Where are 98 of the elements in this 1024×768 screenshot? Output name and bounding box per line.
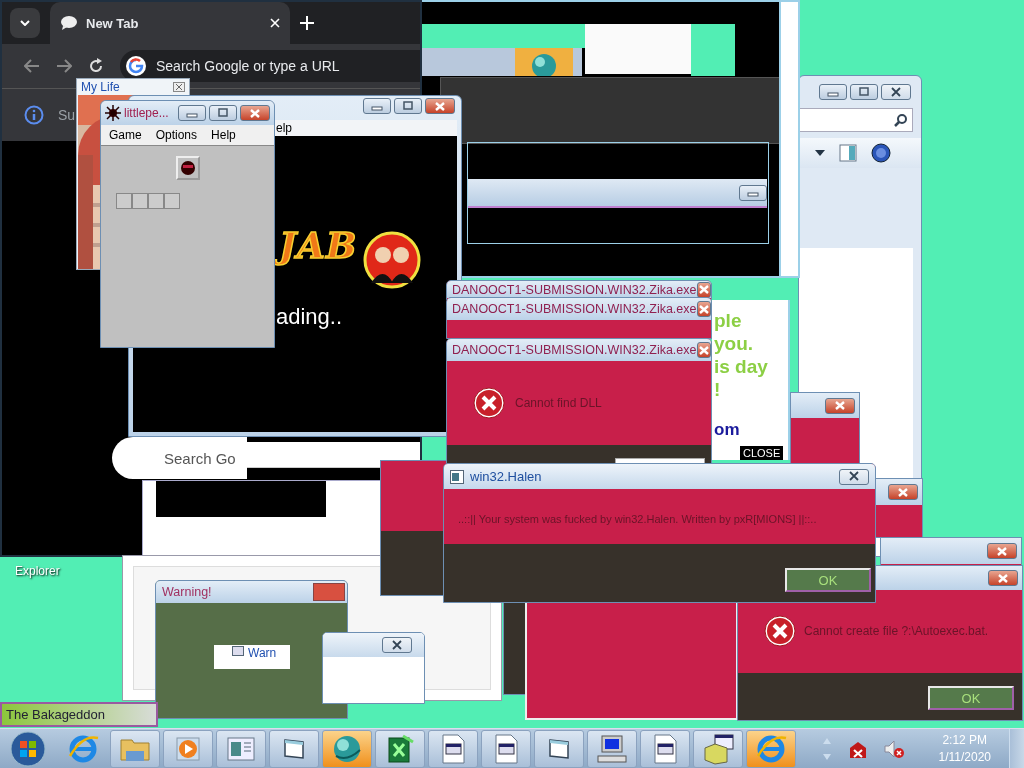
address-bar[interactable]: Search Google or type a URL [120,50,420,82]
taskbar-button[interactable] [375,729,425,768]
menu-item[interactable]: Help [211,128,236,142]
window-title: win32.Halen [470,469,543,484]
window-title: DANOOCT1-SUBMISSION.WIN32.Zika.exe [452,282,697,297]
close-icon [391,639,403,651]
loading-text: ading.. [276,304,343,330]
close-button[interactable] [839,468,869,485]
app-icon [450,469,464,484]
maximize-icon [217,107,229,119]
tab-title: New Tab [86,15,140,31]
help-icon[interactable] [871,143,891,163]
new-tab-icon[interactable] [300,16,314,30]
close-icon [249,107,261,119]
smiley-button[interactable] [176,156,200,180]
maximize-icon [402,100,414,112]
close-icon [890,86,902,98]
taskbar-button[interactable] [587,729,637,768]
speech-bubble-icon [60,15,78,31]
search-placeholder: Search Go [164,449,236,467]
error-icon [473,387,505,419]
clock-date: 1/11/2020 [938,748,991,766]
ad-text: ! [714,379,721,401]
minimize-button[interactable] [819,84,847,100]
close-icon [848,471,860,482]
pane-icon[interactable] [839,144,857,162]
close-icon [996,545,1008,557]
face-icon [180,160,196,176]
close-icon [897,486,909,498]
close-icon [434,100,446,112]
window-title: littlepe... [124,106,170,120]
chevron-icon [20,20,30,26]
start-icon [10,730,46,767]
close-button[interactable] [382,637,412,653]
close-button[interactable] [881,84,911,100]
title-banner: The Bakageddon [0,702,158,727]
search-field[interactable] [799,108,913,132]
close-button[interactable] [240,105,270,121]
menu-item[interactable]: Game [109,128,142,142]
forward-icon[interactable] [56,59,72,73]
close-button[interactable] [696,281,711,298]
globe-icon [515,48,573,76]
close-icon [997,572,1009,584]
minimize-button[interactable] [178,105,206,121]
minimize-button[interactable] [739,184,767,201]
window-title: DANOOCT1-SUBMISSION.WIN32.Zika.exe [452,302,697,316]
menu-item[interactable]: elp [276,121,292,135]
info-text: Su [58,107,76,123]
error-icon [764,615,796,647]
window-title: My Life [81,80,120,94]
address-placeholder: Search Google or type a URL [156,58,340,74]
ad-text: you. [714,333,754,355]
close-icon [697,284,710,295]
close-button[interactable] [425,98,455,114]
error-message: Cannot create file ?:\Autoexec.bat. [804,624,989,638]
ad-text: is day [714,356,768,378]
info-icon [24,105,44,125]
ad-link[interactable]: om [714,420,740,440]
close-link[interactable]: CLOSE [740,446,784,460]
error-message: Cannot find DLL [515,396,602,410]
error-message: ..::|| Your system was fucked by win32.Halen. Written by pxR[MIONS] ||::.. [457,512,818,527]
close-button[interactable] [696,342,711,358]
app-icon [232,646,244,656]
browser-tab[interactable]: New Tab [50,2,290,44]
close-icon [697,344,710,356]
tab-search-button[interactable] [10,8,40,38]
close-button[interactable] [696,301,711,317]
search-icon [894,113,908,127]
back-icon[interactable] [24,59,40,73]
search-field[interactable]: Search Go [112,437,247,479]
portrait-drawing [363,231,421,289]
reload-icon[interactable] [88,58,104,74]
maximize-button[interactable] [394,98,422,114]
close-icon [834,400,846,411]
counter-drawing [116,193,180,209]
ad-text: ple [714,310,742,332]
maximize-button[interactable] [850,84,878,100]
menu-item[interactable]: Options [155,128,198,142]
taskbar-button[interactable] [481,729,531,768]
taskbar-button[interactable] [693,729,743,768]
window-title: DANOOCT1-SUBMISSION.WIN32.Zika.exe [452,343,697,357]
close-button[interactable] [987,543,1017,559]
minimize-button[interactable] [363,98,391,114]
close-button[interactable] [888,484,918,500]
package-icon [701,731,735,766]
window-title: Warning! [162,585,213,599]
clock-time: 2:12 PM [942,731,988,749]
dropdown-icon[interactable] [815,150,825,156]
google-icon [126,56,146,76]
maximize-icon [858,86,870,98]
taskbar-button[interactable] [640,729,690,768]
bug-icon [105,105,121,121]
close-button[interactable] [988,570,1018,586]
maximize-button[interactable] [209,105,237,121]
window-title: Warn [248,646,277,660]
close-icon [697,303,710,315]
taskbar-button[interactable] [428,729,478,768]
close-button[interactable] [825,397,855,414]
